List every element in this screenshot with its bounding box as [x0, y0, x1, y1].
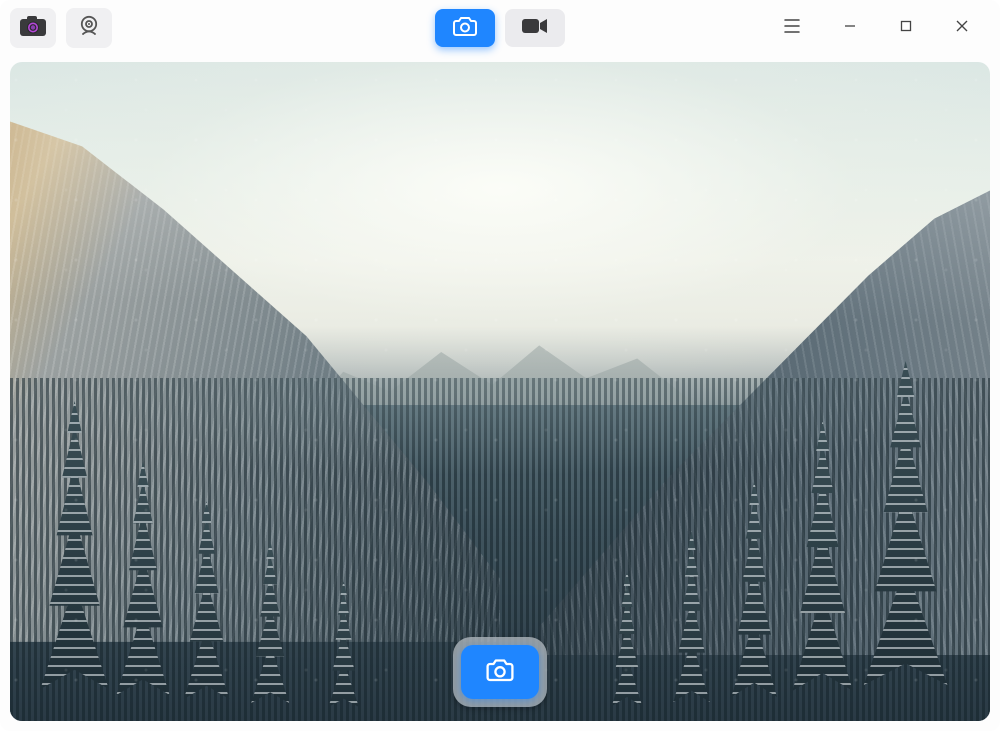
- camera-app-icon: [19, 15, 47, 42]
- camera-viewfinder[interactable]: [10, 62, 990, 721]
- camera-icon: [453, 16, 477, 41]
- app-icon-button[interactable]: [10, 8, 56, 48]
- hamburger-icon: [784, 19, 800, 38]
- shutter-button[interactable]: [461, 645, 539, 699]
- minimize-icon: [843, 19, 857, 38]
- webcam-icon: [77, 14, 101, 43]
- close-button[interactable]: [934, 8, 990, 48]
- maximize-icon: [899, 19, 913, 38]
- camera-icon: [486, 658, 514, 687]
- maximize-button[interactable]: [878, 8, 934, 48]
- shutter-container: [453, 637, 547, 707]
- title-bar: [0, 0, 1000, 56]
- photo-mode-button[interactable]: [435, 9, 495, 47]
- title-bar-right: [770, 8, 990, 48]
- video-icon: [521, 17, 549, 40]
- camera-app-window: [0, 0, 1000, 731]
- close-icon: [955, 19, 969, 38]
- title-bar-left: [10, 8, 112, 48]
- minimize-button[interactable]: [822, 8, 878, 48]
- mode-switch: [435, 9, 565, 47]
- video-mode-button[interactable]: [505, 9, 565, 47]
- menu-button[interactable]: [770, 8, 814, 48]
- switch-camera-button[interactable]: [66, 8, 112, 48]
